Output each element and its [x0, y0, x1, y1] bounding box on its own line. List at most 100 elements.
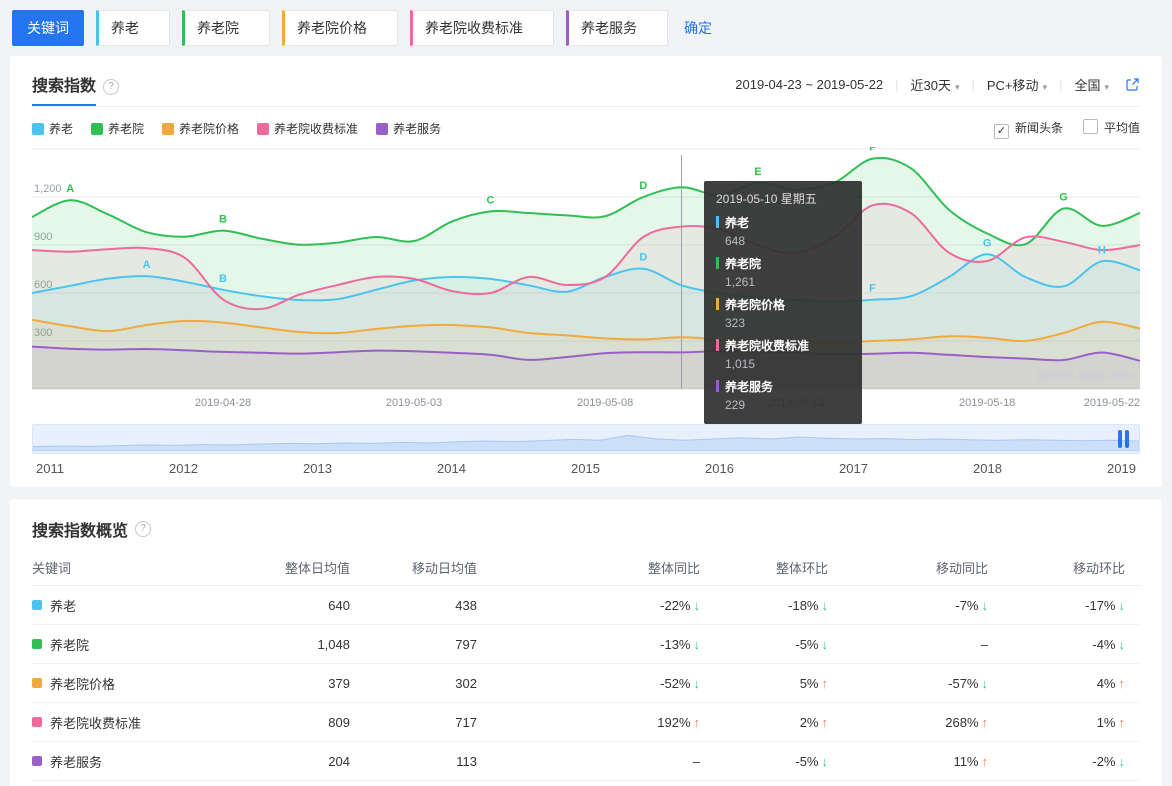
- svg-text:2019-05-18: 2019-05-18: [959, 397, 1015, 409]
- arrow-down-icon: ↓: [1118, 753, 1126, 769]
- news-marker[interactable]: F: [869, 283, 876, 295]
- news-marker[interactable]: C: [487, 194, 495, 206]
- tooltip-series-name: 养老服务: [725, 380, 774, 394]
- table-cell: 2% ↑: [700, 715, 828, 730]
- handle-bar[interactable]: [1125, 430, 1129, 448]
- overview-card: 搜索指数概览? 关键词 整体日均值 移动日均值 整体同比 整体环比 移动同比 移动环比 养老…: [10, 499, 1162, 786]
- legend-item[interactable]: 养老院收费标准: [257, 122, 358, 136]
- table-cell: 797: [350, 637, 477, 652]
- legend-item[interactable]: 养老: [32, 122, 73, 136]
- keyword-swatch: [32, 600, 42, 610]
- keyword-bar: 关键词 养老 养老院 养老院价格 养老院收费标准 养老服务 确定: [0, 0, 1172, 56]
- tooltip-series-name: 养老院: [725, 257, 762, 271]
- cell-value: 302: [455, 675, 477, 691]
- region-dropdown[interactable]: 全国 ▾: [1074, 75, 1109, 94]
- search-index-title: 搜索指数: [32, 78, 97, 95]
- news-marker[interactable]: F: [869, 142, 876, 154]
- column-header: 移动日均值: [411, 560, 477, 576]
- keyword-name: 养老服务: [50, 754, 103, 770]
- help-icon[interactable]: ?: [135, 521, 152, 537]
- keyword-chip[interactable]: 养老院: [182, 10, 270, 46]
- arrow-down-icon: ↓: [1118, 636, 1126, 652]
- trend-chart-svg: 3006009001,2001,500AABBCDDEFFGGH2019-04-…: [31, 135, 1141, 409]
- table-cell: 809: [232, 715, 350, 730]
- keyword-chip[interactable]: 养老: [96, 10, 170, 46]
- tooltip-series-value: 1,261: [725, 275, 756, 289]
- table-cell: 5% ↑: [700, 676, 828, 691]
- time-range-dropdown[interactable]: 近30天 ▾: [910, 75, 959, 94]
- timeline-year: 2017: [839, 461, 868, 476]
- tooltip-series-value: 323: [725, 316, 746, 330]
- keyword-swatch: [32, 756, 42, 766]
- news-marker[interactable]: B: [219, 214, 227, 226]
- divider: |: [895, 76, 899, 92]
- news-marker[interactable]: G: [983, 237, 992, 249]
- keyword-chip-label: 养老服务: [581, 20, 637, 36]
- keyword-chip[interactable]: 养老服务: [566, 10, 668, 46]
- tooltip-item: 养老院价格 323: [716, 296, 850, 330]
- keyword-label-button[interactable]: 关键词: [12, 10, 84, 46]
- cell-value: 640: [328, 597, 350, 613]
- table-cell: 1% ↑: [988, 715, 1125, 730]
- table-row[interactable]: 养老 640 438 -22% ↓ -18% ↓ -7% ↓ -17% ↓: [32, 586, 1140, 625]
- cell-value: 809: [328, 714, 350, 730]
- news-marker[interactable]: A: [143, 259, 151, 271]
- news-marker[interactable]: G: [1059, 192, 1068, 204]
- column-header: 移动环比: [1072, 560, 1125, 576]
- legend-swatch: [257, 123, 270, 135]
- table-row[interactable]: 养老院收费标准 809 717 192% ↑ 2% ↑ 268% ↑ 1% ↑: [32, 703, 1140, 742]
- tooltip-series-bar: [716, 298, 719, 310]
- timeline-slider[interactable]: [32, 424, 1140, 454]
- table-row[interactable]: 养老院 1,048 797 -13% ↓ -5% ↓ – -4% ↓: [32, 625, 1140, 664]
- tooltip-item: 养老院收费标准 1,015: [716, 337, 850, 371]
- timeline-handle[interactable]: [1118, 430, 1129, 448]
- news-marker[interactable]: D: [639, 252, 647, 264]
- news-marker[interactable]: A: [66, 183, 74, 195]
- confirm-link[interactable]: 确定: [684, 18, 712, 38]
- legend-item[interactable]: 养老服务: [376, 122, 441, 136]
- open-in-new-icon[interactable]: [1125, 77, 1140, 92]
- keyword-cell: 养老服务: [32, 752, 232, 771]
- cell-value: -7%: [955, 597, 979, 613]
- legend-item[interactable]: 养老院价格: [162, 122, 239, 136]
- table-row[interactable]: 养老服务 204 113– -5% ↓ 11% ↑ -2% ↓: [32, 742, 1140, 781]
- timeline-year: 2013: [303, 461, 332, 476]
- news-headline-toggle[interactable]: ✓ 新闻头条: [993, 121, 1063, 139]
- overview-title: 搜索指数概览: [32, 523, 129, 540]
- keyword-cell: 养老院: [32, 635, 232, 654]
- table-cell: –: [477, 754, 700, 769]
- legend-item[interactable]: 养老院: [91, 122, 144, 136]
- svg-text:2019-05-03: 2019-05-03: [386, 397, 442, 409]
- tooltip-item-row: 养老院价格: [716, 296, 850, 314]
- help-icon[interactable]: ?: [103, 79, 120, 95]
- legend-row: 养老 养老院 养老院价格 养老院收费标准 养老服务 ✓ 新闻头条 平均值: [32, 107, 1140, 145]
- trend-chart[interactable]: 3006009001,2001,500AABBCDDEFFGGH2019-04-…: [31, 135, 1141, 424]
- svg-text:2019-05-22: 2019-05-22: [1084, 397, 1140, 409]
- handle-bar[interactable]: [1118, 430, 1122, 448]
- news-marker[interactable]: E: [754, 166, 761, 178]
- legend-swatch: [376, 123, 389, 135]
- keyword-chip-label: 养老院收费标准: [425, 20, 523, 36]
- news-marker[interactable]: H: [1098, 244, 1106, 256]
- table-row[interactable]: 养老院价格 379 302 -52% ↓ 5% ↑ -57% ↓ 4% ↑: [32, 664, 1140, 703]
- cell-value: -52%: [660, 675, 691, 691]
- watermark: @index.baidu.com: [1034, 368, 1134, 382]
- timeline-year: 2018: [973, 461, 1002, 476]
- keyword-chips: 养老 养老院 养老院价格 养老院收费标准 养老服务: [96, 10, 668, 46]
- news-marker[interactable]: B: [219, 273, 227, 285]
- date-range: 2019-04-23 ~ 2019-05-22: [735, 76, 884, 92]
- timeline-year: 2019: [1107, 461, 1136, 476]
- device-dropdown[interactable]: PC+移动 ▾: [987, 75, 1047, 94]
- news-marker[interactable]: D: [639, 180, 647, 192]
- table-cell: 379: [232, 676, 350, 691]
- tooltip-series-name: 养老: [725, 216, 750, 230]
- cell-value: 438: [455, 597, 477, 613]
- keyword-chip[interactable]: 养老院收费标准: [410, 10, 554, 46]
- timeline-year: 2014: [437, 461, 466, 476]
- checkbox-icon: [1082, 119, 1098, 134]
- cell-value: 1,048: [317, 636, 350, 652]
- average-toggle[interactable]: 平均值: [1082, 119, 1140, 135]
- keyword-chip[interactable]: 养老院价格: [282, 10, 398, 46]
- svg-text:2019-04-28: 2019-04-28: [195, 397, 251, 409]
- legend-swatch: [162, 123, 175, 135]
